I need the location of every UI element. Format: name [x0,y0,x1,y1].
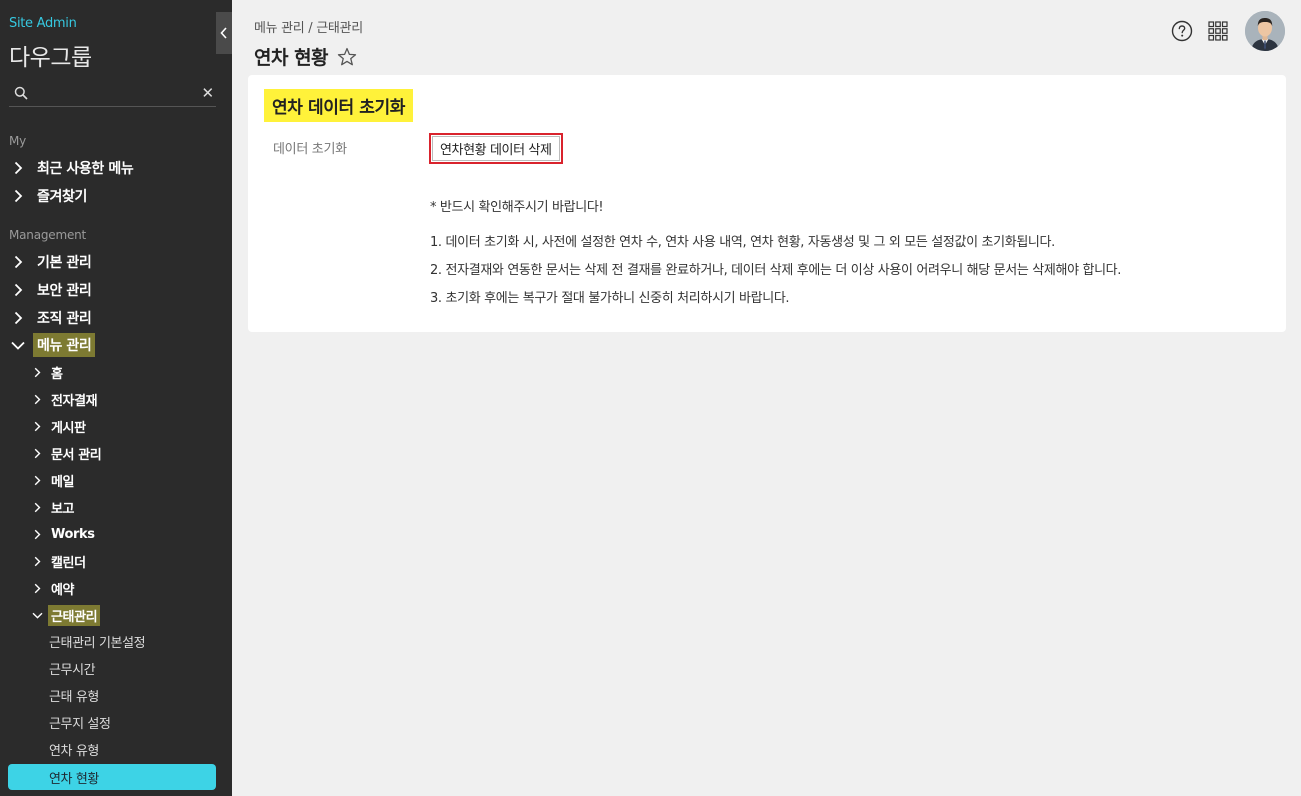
sidebar-item-label: 연차 유형 [49,743,99,759]
sidebar-item-label: 메일 [51,474,75,490]
search-icon [13,83,30,103]
sidebar-item-label: 보안 관리 [37,283,92,299]
favorite-star-icon[interactable] [336,46,358,68]
section-label-management: Management [9,228,87,242]
chevron-right-icon [31,554,43,568]
section-label-my: My [9,134,27,148]
delete-leave-data-button[interactable]: 연차현황 데이터 삭제 [429,133,563,164]
sidebar-item-label: 홈 [51,366,63,382]
chevron-right-icon [31,419,43,433]
sidebar-item-label: 기본 관리 [37,255,92,271]
sidebar-item-calendar[interactable]: 캘린더 [31,550,89,572]
sidebar-item-label: 근무시간 [49,662,96,678]
chevron-right-icon [31,581,43,595]
sidebar-item-report[interactable]: 보고 [31,496,77,518]
sidebar-item-label: 최근 사용한 메뉴 [37,161,134,177]
sidebar-item-working-hours[interactable]: 근무시간 [8,655,216,681]
sidebar-item-label: 즐겨찾기 [37,189,87,205]
chevron-left-icon [220,27,227,39]
sidebar-item-label: 전자결재 [51,393,98,409]
chevron-right-icon [31,446,43,460]
sidebar-item-label: 근태관리 기본설정 [49,635,146,651]
sidebar-item-documents[interactable]: 문서 관리 [31,442,104,464]
card-heading: 연차 데이터 초기화 [264,89,413,122]
chevron-right-icon [9,309,27,327]
sidebar-item-label: 메뉴 관리 [33,333,96,357]
sidebar-item-label: 근태관리 [48,604,101,626]
chevron-down-icon [9,336,27,354]
sidebar-item-reservation[interactable]: 예약 [31,577,77,599]
notice-line: 1. 데이터 초기화 시, 사전에 설정한 연차 수, 연차 사용 내역, 연차… [430,235,1055,250]
sidebar-item-attendance-types[interactable]: 근태 유형 [8,682,216,708]
sidebar-item-board[interactable]: 게시판 [31,415,89,437]
sidebar-item-label: 예약 [51,582,75,598]
clear-search-icon[interactable]: ✕ [200,84,217,102]
sidebar-item-leave-types[interactable]: 연차 유형 [8,736,216,762]
top-toolbar [1171,11,1285,51]
sidebar-item-workplace-settings[interactable]: 근무지 설정 [8,709,216,735]
sidebar-item-org-management[interactable]: 조직 관리 [9,306,95,330]
chevron-right-icon [31,473,43,487]
apps-grid-icon[interactable] [1208,21,1228,41]
sidebar-item-label: 캘린더 [51,555,86,571]
notice-line: 2. 전자결재와 연동한 문서는 삭제 전 결재를 완료하거나, 데이터 삭제 … [430,263,1122,278]
notice-title: * 반드시 확인해주시기 바랍니다! [430,200,604,215]
sidebar-item-label: 근무지 설정 [49,716,111,732]
page-title-row: 연차 현황 [254,43,358,70]
data-reset-label: 데이터 초기화 [273,142,347,157]
sidebar-item-works[interactable]: Works [31,523,98,545]
sidebar: Site Admin 다우그룹 ✕ My 최근 사용한 메뉴 즐겨찾기 Mana… [0,0,232,796]
sidebar-item-leave-status[interactable]: 연차 현황 [8,764,216,790]
sidebar-item-attendance[interactable]: 근태관리 [31,604,101,626]
notice-line: 3. 초기화 후에는 복구가 절대 불가하니 신중히 처리하시기 바랍니다. [430,291,790,306]
user-avatar[interactable] [1245,11,1285,51]
chevron-right-icon [31,500,43,514]
sidebar-item-label: 문서 관리 [51,447,102,463]
sidebar-item-label: Works [51,526,95,542]
chevron-right-icon [31,365,43,379]
sidebar-item-approval[interactable]: 전자결재 [31,388,100,410]
chevron-right-icon [9,253,27,271]
sidebar-collapse-button[interactable] [216,12,232,54]
sidebar-item-mail[interactable]: 메일 [31,469,77,491]
sidebar-item-label: 게시판 [51,420,86,436]
sidebar-item-label: 연차 현황 [49,771,99,787]
sidebar-item-basic-management[interactable]: 기본 관리 [9,250,95,274]
chevron-right-icon [9,187,27,205]
sidebar-item-label: 조직 관리 [37,311,92,327]
chevron-right-icon [9,281,27,299]
page-title: 연차 현황 [254,47,329,69]
sidebar-item-home[interactable]: 홈 [31,361,66,383]
group-name: 다우그룹 [9,45,92,71]
breadcrumb: 메뉴 관리 / 근태관리 [254,21,363,36]
sidebar-search: ✕ [9,80,216,107]
sidebar-item-label: 보고 [51,501,75,517]
sidebar-item-favorites[interactable]: 즐겨찾기 [9,184,91,208]
chevron-right-icon [31,392,43,406]
sidebar-item-recent-menu[interactable]: 최근 사용한 메뉴 [9,156,137,180]
site-admin-label: Site Admin [9,16,77,31]
help-icon[interactable] [1171,20,1193,42]
chevron-right-icon [31,527,43,541]
sidebar-item-attendance-settings[interactable]: 근태관리 기본설정 [8,628,216,654]
search-input[interactable] [29,82,200,104]
chevron-down-icon [31,608,43,622]
delete-button-label: 연차현황 데이터 삭제 [440,143,552,158]
chevron-right-icon [9,159,27,177]
sidebar-item-label: 근태 유형 [49,689,99,705]
sidebar-item-menu-management[interactable]: 메뉴 관리 [9,333,96,357]
data-reset-card: 연차 데이터 초기화 데이터 초기화 연차현황 데이터 삭제 * 반드시 확인해… [248,75,1286,332]
sidebar-item-security-management[interactable]: 보안 관리 [9,278,95,302]
